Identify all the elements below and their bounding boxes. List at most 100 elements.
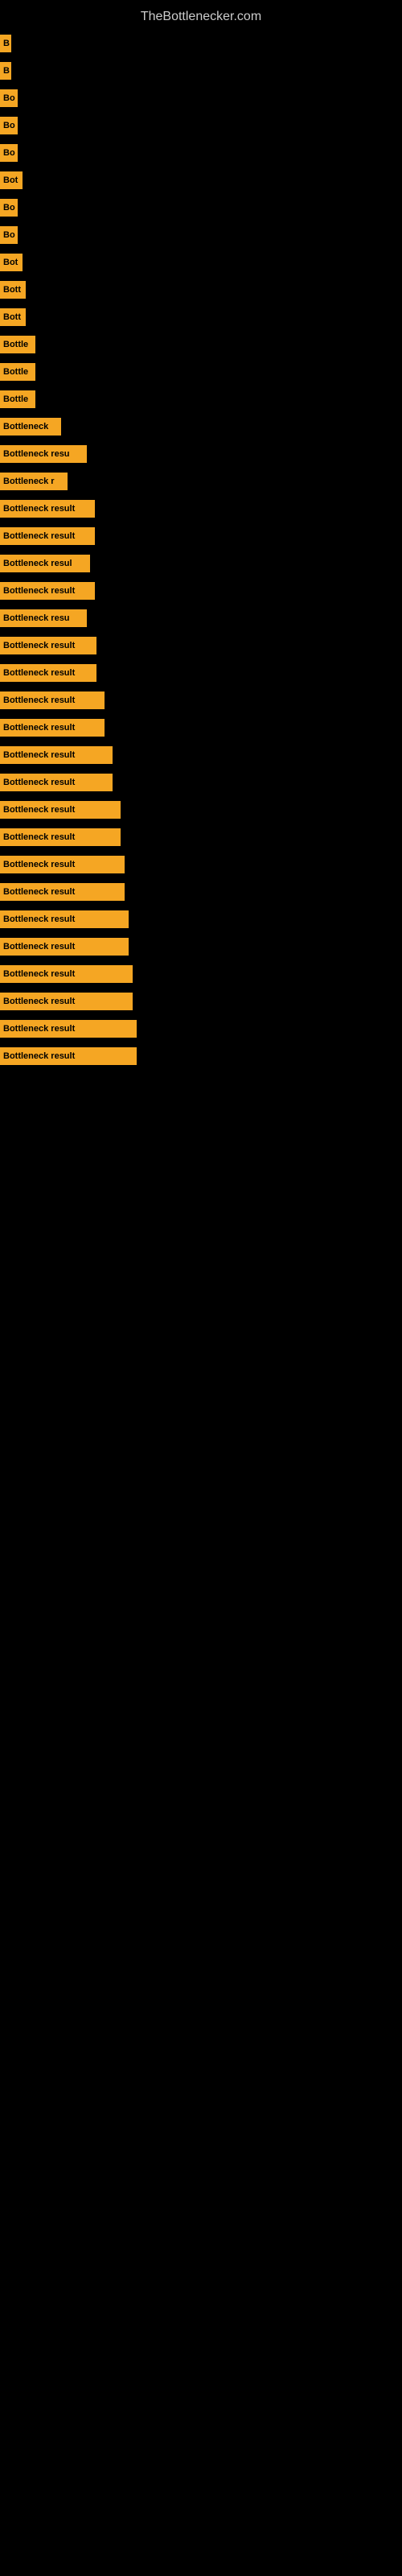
bar-row: Bottleneck result [0, 990, 402, 1013]
bar-label: Bott [3, 285, 21, 295]
bar-item: Bottleneck result [0, 746, 113, 764]
bar-label: Bott [3, 312, 21, 322]
bar-item: Bottleneck result [0, 938, 129, 956]
bar-item: Bottle [0, 363, 35, 381]
bar-row: Bo [0, 142, 402, 164]
bar-item: Bottleneck result [0, 582, 95, 600]
bar-row: Bottle [0, 388, 402, 411]
bar-label: Bottleneck result [3, 750, 75, 760]
bar-label: Bottleneck result [3, 969, 75, 979]
bar-row: Bo [0, 224, 402, 246]
bar-item: Bottleneck result [0, 1047, 137, 1065]
bar-item: Bottleneck r [0, 473, 68, 490]
bar-item: Bottleneck result [0, 719, 105, 737]
bar-item: B [0, 62, 11, 80]
bar-row: Bottleneck result [0, 799, 402, 821]
bar-label: Bot [3, 258, 18, 267]
bar-item: Bott [0, 281, 26, 299]
bar-row: Bott [0, 306, 402, 328]
bar-label: Bottleneck result [3, 696, 75, 705]
bar-label: Bo [3, 93, 15, 103]
bar-label: Bottleneck r [3, 477, 55, 486]
bar-row: B [0, 60, 402, 82]
bar-row: Bo [0, 87, 402, 109]
bar-item: Bottleneck result [0, 856, 125, 873]
bar-label: Bottleneck result [3, 942, 75, 952]
bar-label: Bottleneck result [3, 832, 75, 842]
bar-row: Bottleneck result [0, 634, 402, 657]
bar-item: Bottleneck resul [0, 555, 90, 572]
bar-item: Bottleneck result [0, 664, 96, 682]
bar-item: Bo [0, 89, 18, 107]
bar-item: Bottleneck result [0, 801, 121, 819]
bar-item: Bottleneck result [0, 527, 95, 545]
bar-item: Bottleneck result [0, 828, 121, 846]
bar-row: Bottleneck result [0, 853, 402, 876]
bar-row: Bottleneck resul [0, 552, 402, 575]
bar-label: Bottleneck result [3, 1051, 75, 1061]
bar-row: Bott [0, 279, 402, 301]
bar-label: Bottleneck result [3, 914, 75, 924]
bar-label: Bottleneck result [3, 504, 75, 514]
bar-row: Bot [0, 169, 402, 192]
bar-row: Bottleneck result [0, 525, 402, 547]
bar-row: Bottleneck r [0, 470, 402, 493]
bar-label: Bottleneck result [3, 1024, 75, 1034]
bar-label: Bo [3, 148, 15, 158]
bar-item: Bottleneck [0, 418, 61, 436]
bar-item: Bott [0, 308, 26, 326]
bar-label: Bottleneck result [3, 997, 75, 1006]
bar-label: Bottle [3, 394, 28, 404]
bar-item: Bot [0, 171, 23, 189]
bar-item: Bottleneck result [0, 637, 96, 654]
bar-item: Bot [0, 254, 23, 271]
bar-item: Bottleneck resu [0, 609, 87, 627]
bar-item: Bo [0, 144, 18, 162]
bar-item: Bottleneck result [0, 910, 129, 928]
bar-row: Bottleneck result [0, 935, 402, 958]
bar-row: Bottleneck result [0, 662, 402, 684]
bar-row: Bottleneck result [0, 1045, 402, 1067]
bar-label: Bottleneck result [3, 723, 75, 733]
bar-item: Bottleneck resu [0, 445, 87, 463]
bar-row: Bo [0, 196, 402, 219]
bar-row: B [0, 32, 402, 55]
bar-item: B [0, 35, 11, 52]
bar-row: Bot [0, 251, 402, 274]
bar-label: Bottleneck result [3, 668, 75, 678]
bar-label: Bo [3, 203, 15, 213]
bar-label: B [3, 66, 10, 76]
bar-label: Bottleneck result [3, 531, 75, 541]
bar-label: B [3, 39, 10, 48]
bar-item: Bottle [0, 336, 35, 353]
bar-row: Bottleneck [0, 415, 402, 438]
bar-row: Bottleneck result [0, 689, 402, 712]
bar-row: Bottleneck result [0, 1018, 402, 1040]
bar-item: Bottle [0, 390, 35, 408]
bar-label: Bottleneck resu [3, 449, 70, 459]
bar-row: Bo [0, 114, 402, 137]
bar-row: Bottleneck resu [0, 443, 402, 465]
bar-row: Bottleneck result [0, 881, 402, 903]
bar-row: Bottleneck result [0, 744, 402, 766]
bar-label: Bo [3, 230, 15, 240]
bar-label: Bot [3, 175, 18, 185]
bars-container: B B Bo Bo Bo Bot Bo Bo Bot Bott Bott Bottle Bottle Bo… [0, 24, 402, 1080]
bar-label: Bottleneck result [3, 805, 75, 815]
bar-item: Bo [0, 199, 18, 217]
bar-label: Bottleneck result [3, 586, 75, 596]
bar-item: Bottleneck result [0, 500, 95, 518]
bar-row: Bottleneck result [0, 963, 402, 985]
bar-item: Bottleneck result [0, 1020, 137, 1038]
bar-label: Bottle [3, 340, 28, 349]
bar-label: Bottleneck resu [3, 613, 70, 623]
bar-row: Bottle [0, 361, 402, 383]
bar-item: Bottleneck result [0, 774, 113, 791]
bar-label: Bottleneck result [3, 641, 75, 650]
bar-label: Bo [3, 121, 15, 130]
bar-item: Bottleneck result [0, 993, 133, 1010]
bar-label: Bottleneck result [3, 887, 75, 897]
bar-item: Bottleneck result [0, 691, 105, 709]
bar-row: Bottleneck result [0, 826, 402, 848]
bar-label: Bottleneck result [3, 860, 75, 869]
